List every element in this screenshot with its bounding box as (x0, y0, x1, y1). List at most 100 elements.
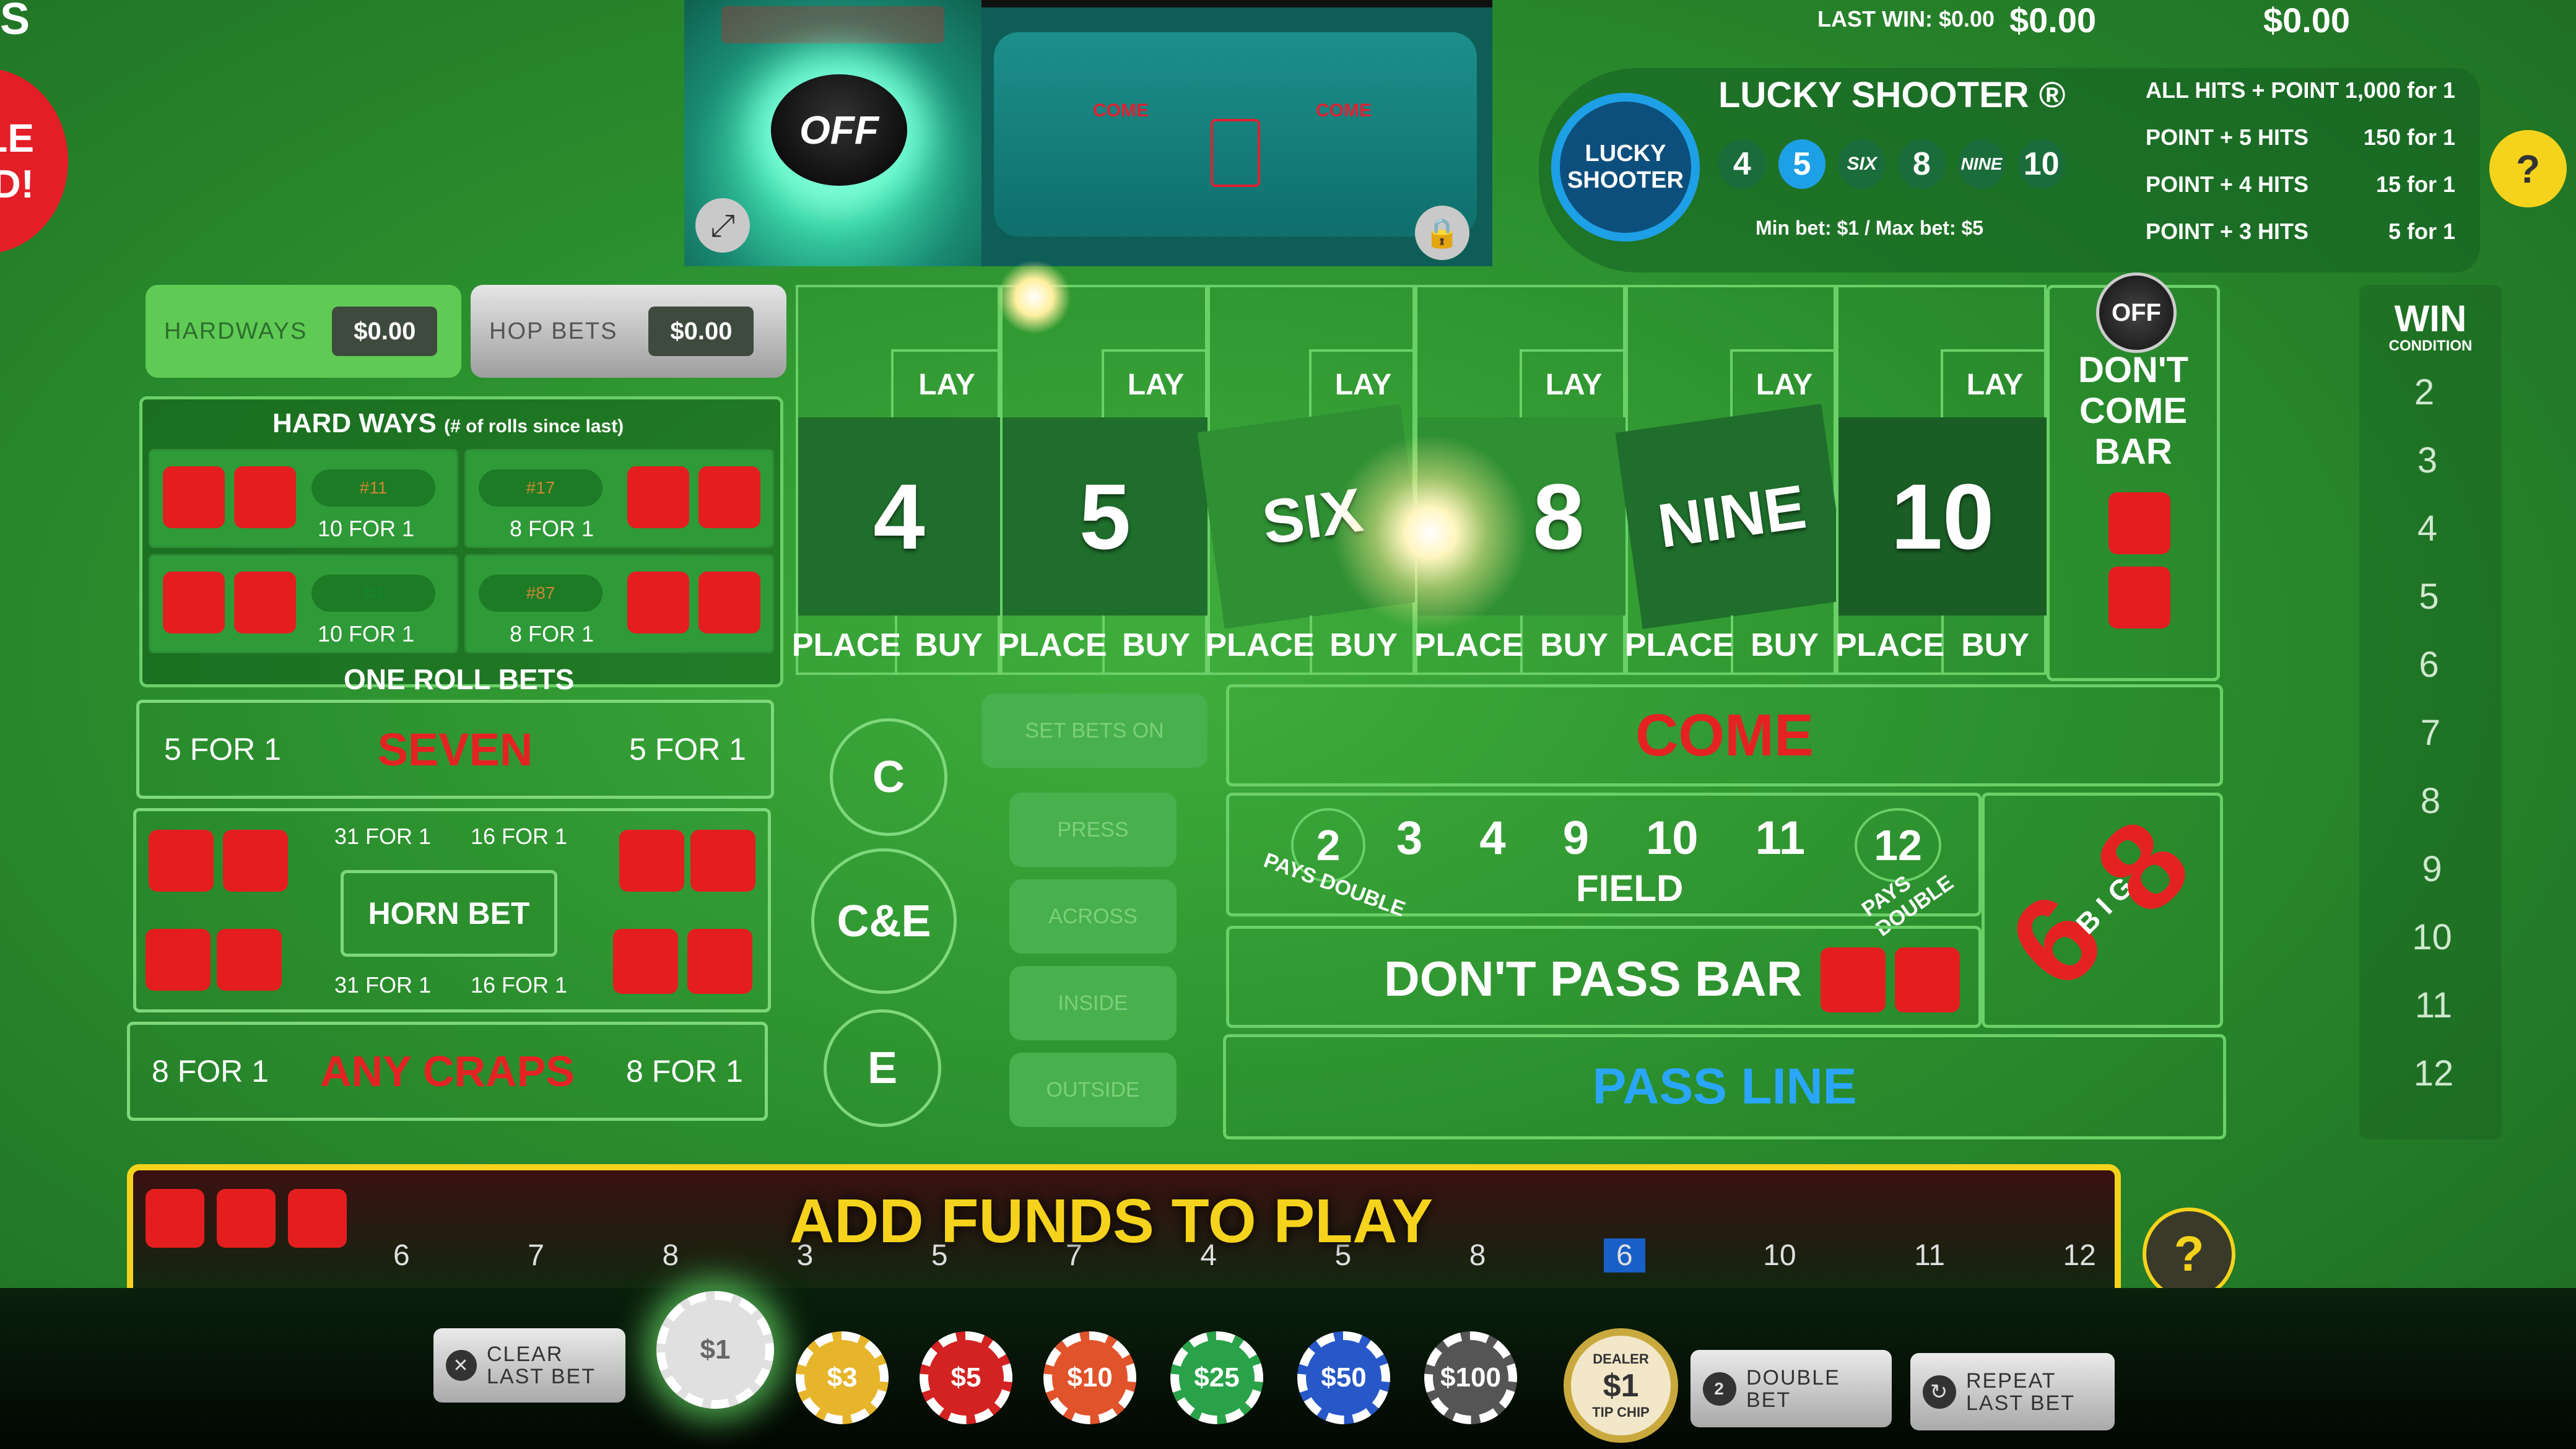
lay-10-button[interactable]: LAY (1941, 349, 2047, 417)
lucky-shooter-payouts: ALL HITS + POINT 1,000 for 1 POINT + 5 HI… (2146, 77, 2455, 266)
set-bets-on-button[interactable]: SET BETS ON (981, 694, 1208, 768)
tab-hop-bets[interactable]: HOP BETS $0.00 (471, 285, 786, 378)
place-number-4[interactable]: 4 (798, 417, 1000, 616)
double-icon: 2 (1703, 1372, 1736, 1406)
buy-9-button[interactable]: BUY (1733, 616, 1836, 675)
hardway-bet-6[interactable]: #3 10 FOR 1 (149, 554, 458, 653)
place-10-button[interactable]: PLACE (1835, 616, 1944, 675)
die-icon (163, 466, 225, 528)
add-funds-banner[interactable]: ADD FUNDS TO PLAY (790, 1186, 1433, 1257)
place-number-9[interactable]: NINE (1615, 404, 1849, 629)
promo-badge-line1: LE (0, 116, 34, 160)
craps-ce-button[interactable]: C&E (811, 848, 957, 994)
lucky-shooter-help-button[interactable]: ? (2489, 130, 2567, 207)
lens-flare (1331, 433, 1530, 632)
ls-number: 4 (1718, 139, 1766, 189)
place-5-button[interactable]: PLACE (998, 616, 1107, 675)
press-button[interactable]: PRESS (1009, 793, 1177, 867)
chip-50[interactable]: $50 (1297, 1331, 1390, 1424)
chip-5[interactable]: $5 (920, 1331, 1012, 1424)
lay-5-button[interactable]: LAY (1102, 349, 1208, 417)
die-icon (1821, 947, 1886, 1012)
lock-icon[interactable]: 🔒 (1415, 206, 1469, 260)
hardway-bet-10[interactable]: #17 8 FOR 1 (464, 449, 774, 548)
die-icon (288, 1189, 347, 1248)
win-number: 12 (2413, 1053, 2454, 1094)
dont-pass-label: DON'T PASS BAR (1384, 951, 1803, 1006)
dealer-tip-chip[interactable]: DEALER $1 TIP CHIP (1564, 1328, 1678, 1443)
chip-1[interactable]: $1 (656, 1291, 774, 1409)
craps-e-button[interactable]: E (824, 1009, 941, 1127)
camera-off-label: OFF (799, 108, 879, 152)
buy-8-button[interactable]: BUY (1523, 616, 1625, 675)
lucky-shooter-logo: LUCKY SHOOTER (1551, 93, 1700, 242)
die-icon (149, 830, 214, 892)
place-9-button[interactable]: PLACE (1625, 616, 1734, 675)
hardway-rolls: #87 (479, 575, 603, 612)
point-box-4: LAY 4 PLACE BUY (792, 285, 1000, 675)
buy-4-button[interactable]: BUY (897, 616, 1000, 675)
payout-row: ALL HITS + POINT 1,000 for 1 (2146, 77, 2455, 124)
repeat-last-bet-button[interactable]: ↻ REPEAT LAST BET (1910, 1353, 2115, 1430)
camera-off-toggle[interactable]: OFF (771, 74, 907, 186)
horn-pays-tl: 31 FOR 1 (334, 824, 432, 849)
die-icon (698, 466, 760, 528)
payout-value: 15 for 1 (2375, 172, 2455, 197)
tab-hardways[interactable]: HARDWAYS $0.00 (146, 285, 461, 378)
mini-table-dice (1211, 119, 1260, 187)
last-win-label: LAST WIN: (1817, 6, 1933, 32)
any-craps-bet[interactable]: 8 FOR 1 ANY CRAPS 8 FOR 1 (127, 1022, 768, 1121)
chip-3[interactable]: $3 (796, 1331, 889, 1424)
win-number: 11 (2414, 985, 2453, 1025)
lucky-shooter-logo-line1: LUCKY (1585, 141, 1666, 167)
hardway-bet-4[interactable]: #11 10 FOR 1 (149, 449, 458, 548)
horn-bet-button[interactable]: HORN BET (341, 870, 557, 957)
chip-10[interactable]: $10 (1043, 1331, 1136, 1424)
dont-come-bar-bet[interactable]: OFF DON'T COME BAR (2047, 272, 2220, 681)
come-bet[interactable]: COME (1226, 684, 2223, 786)
history-help-button[interactable]: ? (2143, 1208, 2235, 1300)
payout-row: POINT + 5 HITS 150 for 1 (2146, 124, 2455, 172)
field-bet[interactable]: 2 PAYS DOUBLE 3 4 9 10 11 FIELD 12 PAYS … (1226, 793, 1982, 941)
hardway-bet-8[interactable]: #87 8 FOR 1 (464, 554, 774, 653)
win-condition-title: WIN (2394, 298, 2467, 339)
expand-icon[interactable]: ⤢ (695, 198, 750, 253)
lay-8-button[interactable]: LAY (1520, 349, 1625, 417)
buy-5-button[interactable]: BUY (1105, 616, 1208, 675)
total-value-2: $0.00 (2263, 1, 2351, 40)
hardway-pays: 10 FOR 1 (318, 621, 415, 646)
inside-button[interactable]: INSIDE (1009, 966, 1177, 1040)
field-number: 4 (1479, 812, 1506, 864)
chip-100[interactable]: $100 (1424, 1331, 1517, 1424)
lucky-shooter-limits: Min bet: $1 / Max bet: $5 (1756, 217, 1984, 239)
chip-25[interactable]: $25 (1170, 1331, 1263, 1424)
promo-badge[interactable]: LE ED! (0, 68, 68, 254)
craps-c-button[interactable]: C (830, 718, 947, 836)
buy-10-button[interactable]: BUY (1944, 616, 2047, 675)
die-icon (698, 572, 760, 633)
big-6-8-bet[interactable]: 6 B I G 8 (1982, 793, 2223, 1028)
dont-pass-bet[interactable]: DON'T PASS BAR (1226, 926, 1982, 1028)
win-condition-subtitle: CONDITION (2388, 337, 2473, 354)
across-button[interactable]: ACROSS (1009, 879, 1177, 954)
pass-line-bet[interactable]: PASS LINE (1223, 1034, 2226, 1139)
hardway-pays: 10 FOR 1 (318, 516, 415, 541)
die-icon (690, 830, 755, 892)
place-6-button[interactable]: PLACE (1205, 616, 1315, 675)
lucky-shooter-logo-line2: SHOOTER (1567, 167, 1684, 193)
seven-bet[interactable]: 5 FOR 1 SEVEN 5 FOR 1 (136, 700, 774, 799)
clear-last-bet-button[interactable]: ✕ CLEAR LAST BET (433, 1328, 625, 1403)
lens-flare-small (997, 260, 1071, 334)
place-number-5[interactable]: 5 (1003, 417, 1208, 616)
double-label: DOUBLE BET (1746, 1367, 1840, 1411)
lucky-shooter-panel: LUCKY SHOOTER LUCKY SHOOTER ® 4 5 SIX 8 … (1539, 68, 2480, 272)
place-4-button[interactable]: PLACE (792, 616, 901, 675)
outside-button[interactable]: OUTSIDE (1009, 1053, 1177, 1127)
place-number-10[interactable]: 10 (1838, 417, 2047, 616)
double-bet-button[interactable]: 2 DOUBLE BET (1690, 1350, 1892, 1427)
field-label: FIELD (1576, 868, 1684, 909)
repeat-icon: ↻ (1923, 1375, 1956, 1409)
lay-4-button[interactable]: LAY (891, 349, 1000, 417)
field-number: 10 (1646, 812, 1699, 864)
win-number: 9 (2422, 849, 2442, 889)
